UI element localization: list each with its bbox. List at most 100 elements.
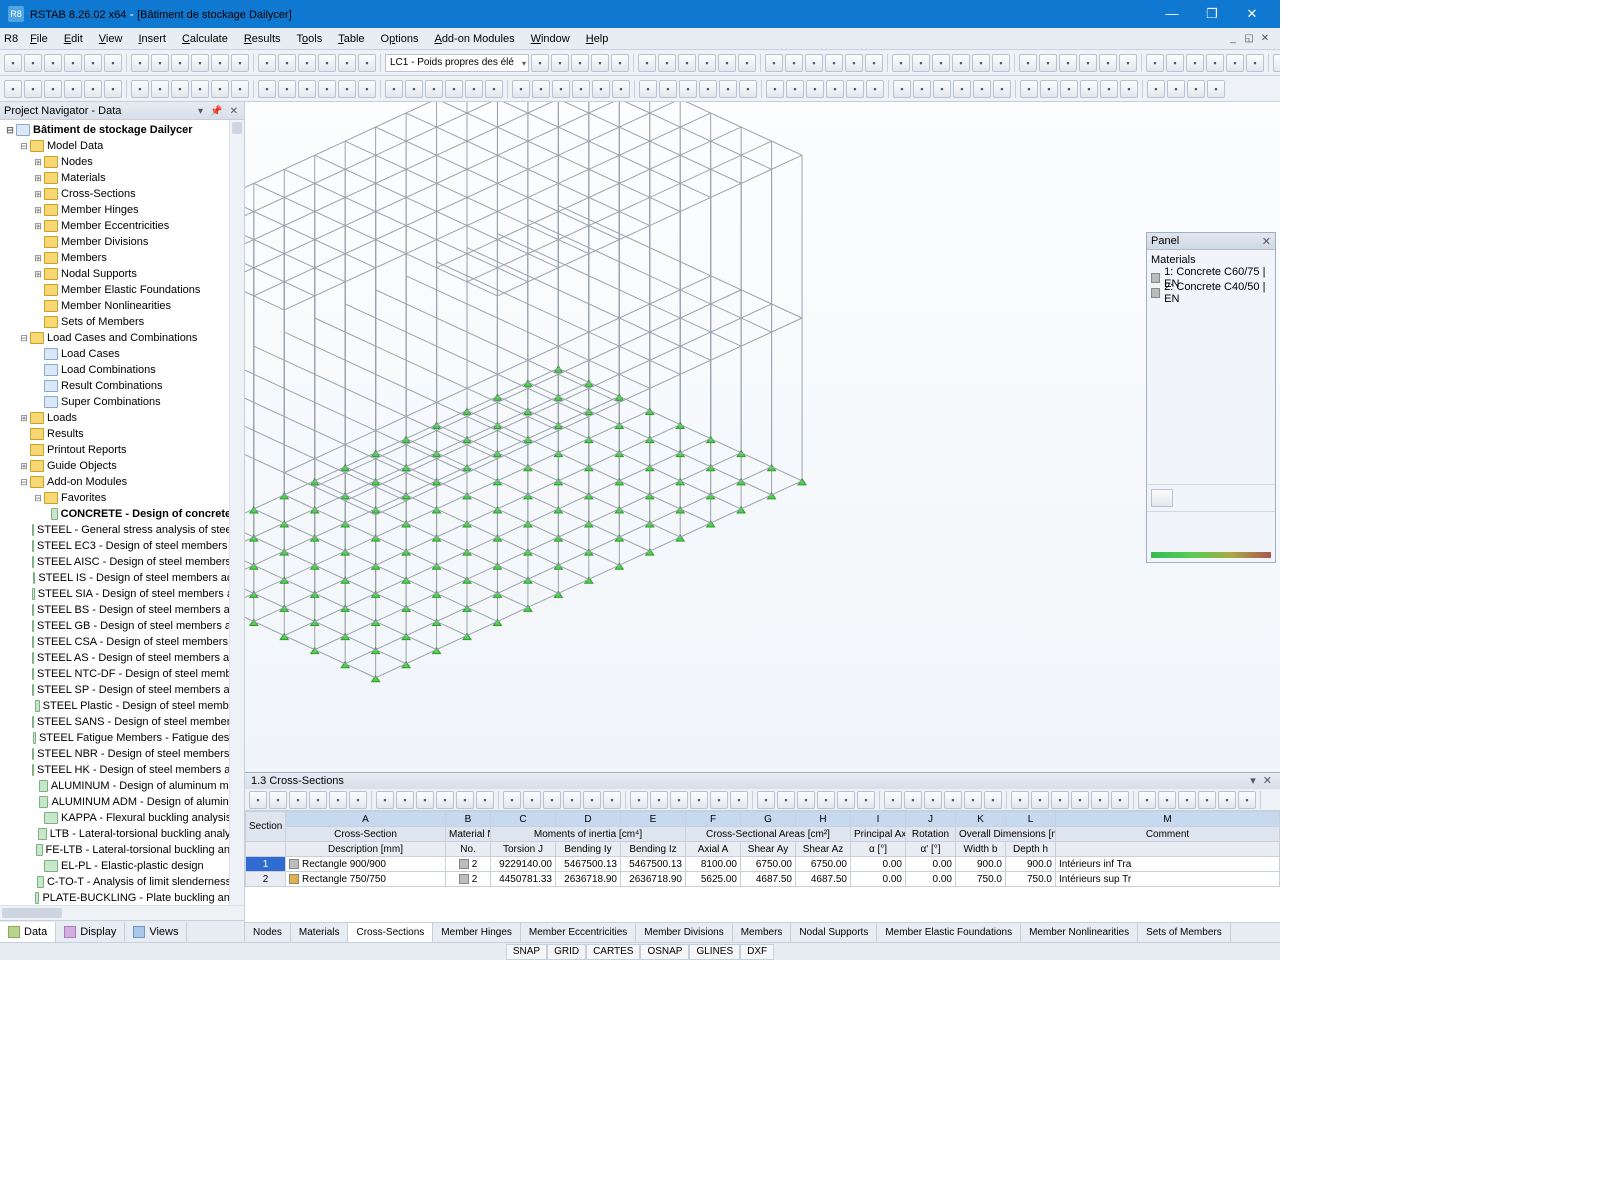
toolbar-button[interactable]: ▪: [445, 80, 463, 98]
statusbar-toggle[interactable]: CARTES: [586, 944, 640, 960]
toolbar-button[interactable]: ▪: [1100, 80, 1118, 98]
toolbar-button[interactable]: ▪: [289, 791, 307, 809]
toolbar-button[interactable]: ▪: [817, 791, 835, 809]
tree-item[interactable]: STEEL NTC-DF - Design of steel members: [0, 666, 244, 682]
toolbar-button[interactable]: ▪: [563, 791, 581, 809]
toolbar-button[interactable]: ▪: [1051, 791, 1069, 809]
toolbar-button[interactable]: ▪: [892, 54, 910, 72]
toolbar-button[interactable]: ▪: [765, 54, 783, 72]
toolbar-button[interactable]: ▪: [658, 54, 676, 72]
tree-item[interactable]: STEEL SANS - Design of steel members a: [0, 714, 244, 730]
toolbar-button[interactable]: ▪: [1011, 791, 1029, 809]
toolbar-button[interactable]: ▪: [785, 54, 803, 72]
toolbar-button[interactable]: ▪: [84, 80, 102, 98]
tree-item[interactable]: STEEL EC3 - Design of steel members acc: [0, 538, 244, 554]
toolbar-button[interactable]: ▪: [1080, 80, 1098, 98]
tree-item[interactable]: ⊟Favorites: [0, 490, 244, 506]
toolbar-button[interactable]: ▪: [349, 791, 367, 809]
toolbar-button[interactable]: ▪: [131, 80, 149, 98]
toolbar-button[interactable]: ▪: [249, 791, 267, 809]
menu-tools[interactable]: Tools: [289, 31, 331, 47]
toolbar-button[interactable]: ▪: [865, 54, 883, 72]
toolbar-button[interactable]: ▪: [846, 80, 864, 98]
toolbar-button[interactable]: ▪: [639, 80, 657, 98]
toolbar-button[interactable]: ▪: [298, 80, 316, 98]
toolbar-button[interactable]: ▪: [1039, 54, 1057, 72]
toolbar-button[interactable]: ▪: [1119, 54, 1137, 72]
toolbar-button[interactable]: ▪: [1099, 54, 1117, 72]
toolbar-button[interactable]: ▪: [638, 54, 656, 72]
toolbar-button[interactable]: ▪: [583, 791, 601, 809]
table-tab[interactable]: Member Hinges: [433, 923, 521, 942]
toolbar-button[interactable]: ▪: [972, 54, 990, 72]
toolbar-button[interactable]: ▪: [797, 791, 815, 809]
toolbar-button[interactable]: ▪: [552, 80, 570, 98]
toolbar-button[interactable]: ▪: [258, 54, 276, 72]
toolbar-button[interactable]: ▪: [476, 791, 494, 809]
statusbar-toggle[interactable]: GRID: [547, 944, 586, 960]
toolbar-button[interactable]: ▪: [710, 791, 728, 809]
table-tab[interactable]: Sets of Members: [1138, 923, 1231, 942]
toolbar-button[interactable]: ▪: [893, 80, 911, 98]
loadcase-dropdown[interactable]: LC1 - Poids propres des élé: [385, 54, 529, 72]
toolbar-button[interactable]: ▪: [1198, 791, 1216, 809]
toolbar-button[interactable]: ▪: [1218, 791, 1236, 809]
toolbar-button[interactable]: ▪: [44, 54, 62, 72]
tree-item[interactable]: ALUMINUM - Design of aluminum mem: [0, 778, 244, 794]
model-viewport[interactable]: z x y Panel ✕ Materials 1: Concrete C60/…: [245, 102, 1280, 942]
tree-item[interactable]: ⊞Cross-Sections: [0, 186, 244, 202]
toolbar-button[interactable]: ▪: [932, 54, 950, 72]
toolbar-button[interactable]: ▪: [805, 54, 823, 72]
toolbar-button[interactable]: ▪: [738, 54, 756, 72]
toolbar-button[interactable]: ▪: [1187, 80, 1205, 98]
toolbar-button[interactable]: ▪: [104, 54, 122, 72]
toolbar-button[interactable]: ▪: [992, 54, 1010, 72]
table-tab[interactable]: Members: [733, 923, 792, 942]
toolbar-button[interactable]: ▪: [1111, 791, 1129, 809]
toolbar-button[interactable]: ▪: [1238, 791, 1256, 809]
toolbar-button[interactable]: ▪: [171, 80, 189, 98]
toolbar-button[interactable]: ▪: [603, 791, 621, 809]
tree-item[interactable]: STEEL SIA - Design of steel members acc: [0, 586, 244, 602]
tree-item[interactable]: STEEL BS - Design of steel members acco: [0, 602, 244, 618]
toolbar-button[interactable]: ▪: [44, 80, 62, 98]
tree-item[interactable]: STEEL GB - Design of steel members acco: [0, 618, 244, 634]
tree-item[interactable]: ⊞Nodal Supports: [0, 266, 244, 282]
table-tab[interactable]: Member Divisions: [636, 923, 732, 942]
toolbar-button[interactable]: ▪: [376, 791, 394, 809]
toolbar-button[interactable]: ▪: [837, 791, 855, 809]
toolbar-button[interactable]: ▪: [993, 80, 1011, 98]
toolbar-button[interactable]: ▪: [64, 54, 82, 72]
tree-item[interactable]: ⊞Loads: [0, 410, 244, 426]
toolbar-button[interactable]: ▪: [757, 791, 775, 809]
tree-item[interactable]: Printout Reports: [0, 442, 244, 458]
toolbar-button[interactable]: ▪: [699, 80, 717, 98]
toolbar-button[interactable]: ▪: [659, 80, 677, 98]
minimize-button[interactable]: —: [1152, 0, 1192, 28]
maximize-button[interactable]: ❐: [1192, 0, 1232, 28]
toolbar-button[interactable]: ▪: [571, 54, 589, 72]
toolbar-button[interactable]: ▪: [1246, 54, 1264, 72]
toolbar-button[interactable]: ▪: [84, 54, 102, 72]
toolbar-button[interactable]: ▪: [465, 80, 483, 98]
tree-item[interactable]: Member Elastic Foundations: [0, 282, 244, 298]
toolbar-button[interactable]: ▪: [719, 80, 737, 98]
toolbar-button[interactable]: ▪: [1031, 791, 1049, 809]
toolbar-button[interactable]: ▪: [425, 80, 443, 98]
toolbar-button[interactable]: ▪: [933, 80, 951, 98]
tree-item[interactable]: STEEL CSA - Design of steel members acc: [0, 634, 244, 650]
toolbar-button[interactable]: ▪: [512, 80, 530, 98]
toolbar-button[interactable]: ▪: [912, 54, 930, 72]
tree-item[interactable]: ⊞Members: [0, 250, 244, 266]
mdi-close[interactable]: ✕: [1258, 32, 1272, 46]
navigator-dropdown-icon[interactable]: ▾: [196, 106, 205, 117]
toolbar-button[interactable]: ▪: [1146, 54, 1164, 72]
toolbar-button[interactable]: ▪: [318, 54, 336, 72]
tree-item[interactable]: CONCRETE - Design of concrete m: [0, 506, 244, 522]
tree-item[interactable]: Results: [0, 426, 244, 442]
toolbar-button[interactable]: ▪: [1071, 791, 1089, 809]
toolbar-button[interactable]: ▪: [786, 80, 804, 98]
toolbar-button[interactable]: ▪: [1040, 80, 1058, 98]
toolbar-button[interactable]: ▪: [1138, 791, 1156, 809]
toolbar-button[interactable]: ▪: [866, 80, 884, 98]
